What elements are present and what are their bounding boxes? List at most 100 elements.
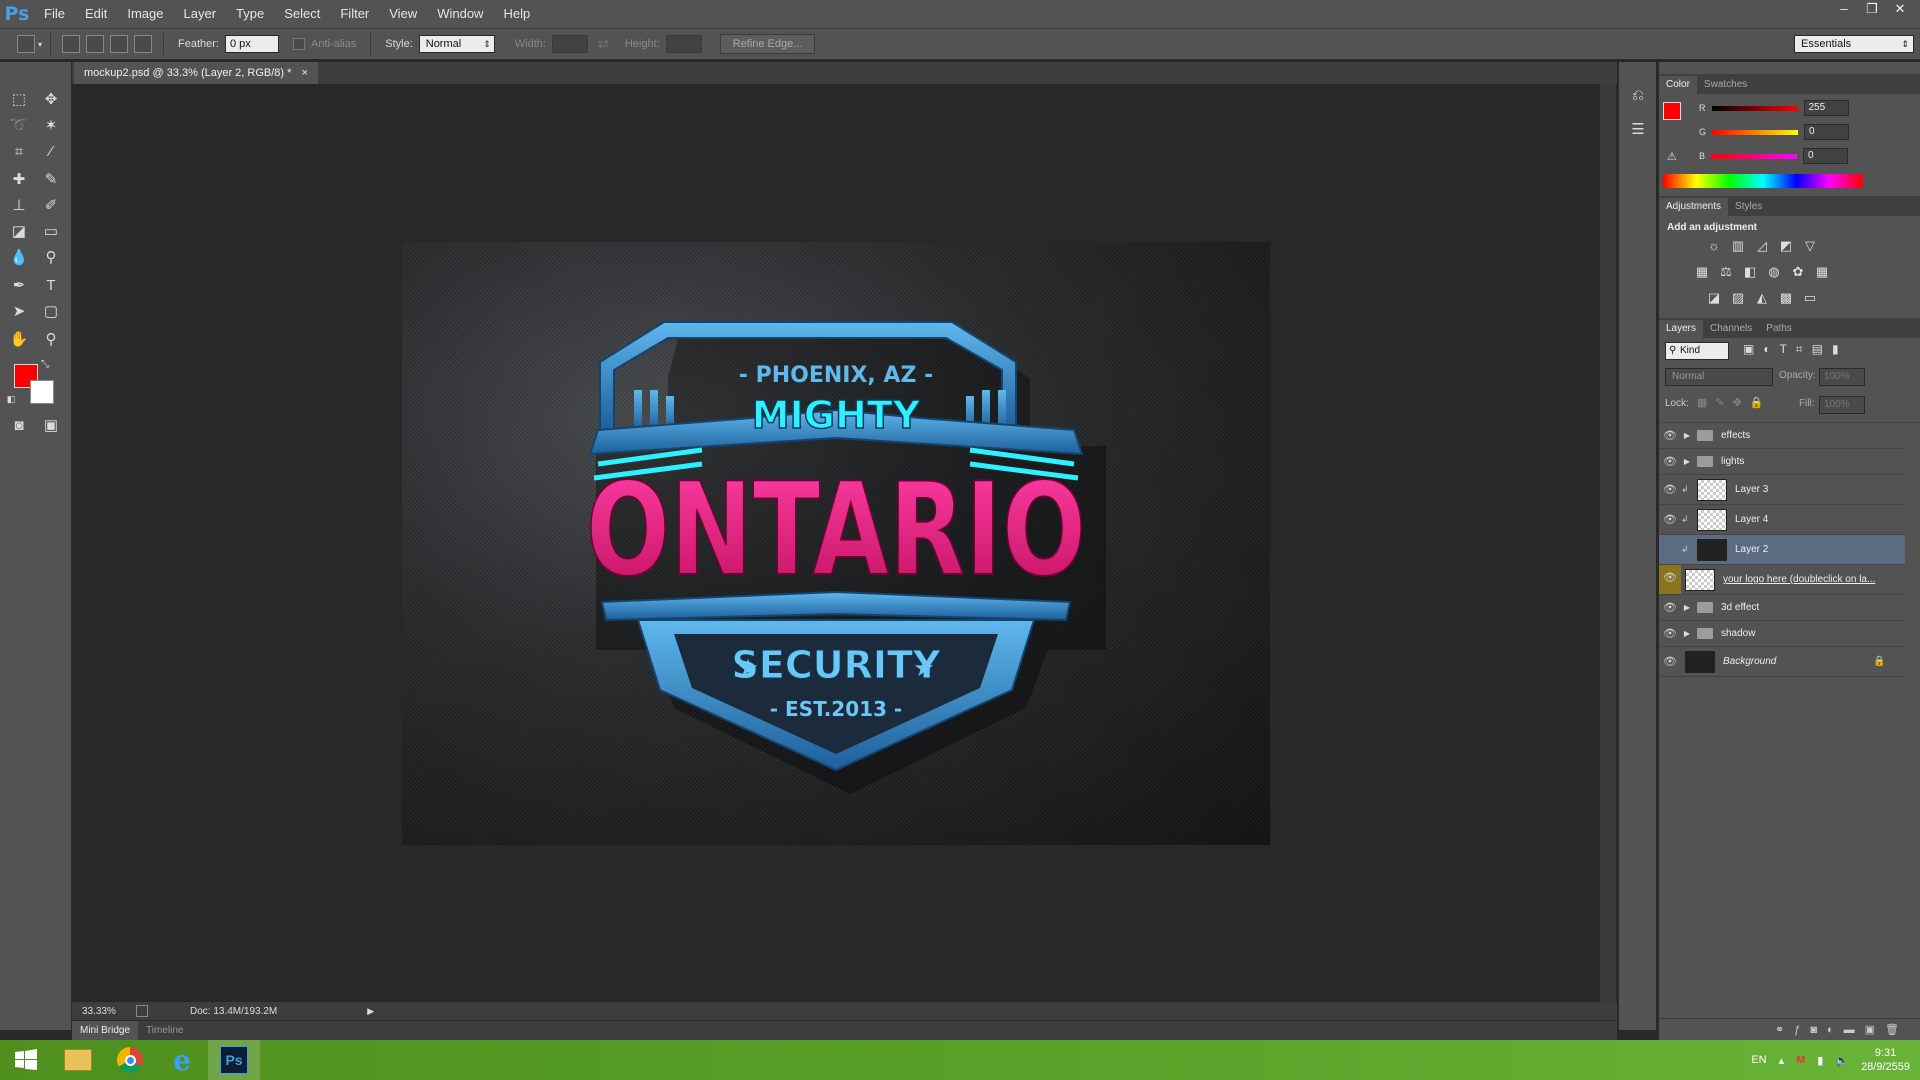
- artboard-image[interactable]: - PHOENIX, AZ - MIGHTY ONTARIO SECURITY …: [402, 242, 1270, 845]
- layer-row-3d-effect[interactable]: 👁 ▶ 3d effect: [1659, 595, 1905, 621]
- default-colors-icon[interactable]: ◧: [4, 392, 18, 406]
- style-select[interactable]: Normal: [418, 35, 495, 53]
- blend-mode-select[interactable]: Normal: [1665, 368, 1773, 386]
- chrome-task[interactable]: [104, 1040, 156, 1080]
- healing-brush-tool-icon[interactable]: ✚: [6, 168, 32, 192]
- posterize-icon[interactable]: ▨: [1729, 290, 1747, 306]
- levels-icon[interactable]: ▥: [1729, 238, 1747, 254]
- menu-edit[interactable]: Edit: [75, 0, 117, 28]
- black-white-icon[interactable]: ◧: [1741, 264, 1759, 280]
- selective-color-icon[interactable]: ▩: [1777, 290, 1795, 306]
- swap-icon[interactable]: ⇄: [598, 36, 609, 52]
- tab-layers[interactable]: Layers: [1659, 320, 1704, 338]
- visibility-eye-icon[interactable]: 👁: [1659, 627, 1681, 640]
- menu-filter[interactable]: Filter: [330, 0, 379, 28]
- rectangle-tool-icon[interactable]: ▢: [38, 300, 64, 324]
- properties-panel-icon[interactable]: ☰: [1625, 118, 1651, 142]
- workspace-select[interactable]: Essentials: [1794, 35, 1914, 53]
- expand-arrow-icon[interactable]: ▶: [1681, 431, 1693, 440]
- visibility-eye-icon[interactable]: 👁: [1659, 429, 1681, 442]
- menu-layer[interactable]: Layer: [174, 0, 227, 28]
- language-indicator[interactable]: EN: [1751, 1054, 1766, 1066]
- subtract-selection-icon[interactable]: [110, 35, 129, 53]
- network-icon[interactable]: ▮: [1817, 1054, 1823, 1067]
- status-menu-arrow-icon[interactable]: ▶: [367, 1006, 374, 1017]
- menu-window[interactable]: Window: [427, 0, 493, 28]
- layer-row-layer-3[interactable]: 👁 ↲ Layer 3: [1659, 475, 1905, 505]
- visibility-eye-icon[interactable]: 👁: [1659, 565, 1681, 594]
- eyedropper-tool-icon[interactable]: ⁄: [38, 140, 64, 164]
- marquee-tool-icon[interactable]: ⬚: [6, 88, 32, 112]
- lock-icon[interactable]: 🔒: [1873, 656, 1885, 667]
- marquee-preset-icon[interactable]: [17, 35, 35, 53]
- menu-type[interactable]: Type: [226, 0, 274, 28]
- color-spectrum[interactable]: [1663, 174, 1863, 188]
- mail-icon[interactable]: M: [1796, 1054, 1805, 1066]
- vertical-scrollbar[interactable]: [1600, 84, 1616, 1002]
- tab-mini-bridge[interactable]: Mini Bridge: [72, 1020, 139, 1041]
- zoom-level[interactable]: 33.33%: [82, 1006, 122, 1017]
- screen-mode-icon[interactable]: ▣: [38, 414, 64, 438]
- eraser-tool-icon[interactable]: ◪: [6, 220, 32, 244]
- path-selection-tool-icon[interactable]: ➤: [6, 300, 32, 324]
- red-value-input[interactable]: 255: [1803, 100, 1849, 116]
- height-input[interactable]: [665, 35, 702, 53]
- tab-paths[interactable]: Paths: [1759, 320, 1799, 338]
- gamut-warning-icon[interactable]: ⚠: [1667, 150, 1677, 163]
- magic-wand-tool-icon[interactable]: ✶: [38, 114, 64, 138]
- type-tool-icon[interactable]: T: [38, 274, 64, 298]
- visibility-eye-icon[interactable]: 👁: [1659, 513, 1681, 526]
- visibility-eye-icon[interactable]: 👁: [1659, 483, 1681, 496]
- menu-file[interactable]: File: [34, 0, 75, 28]
- minimize-button[interactable]: –: [1830, 0, 1858, 18]
- color-fg-swatch[interactable]: [1663, 102, 1681, 120]
- color-balance-icon[interactable]: ⚖: [1717, 264, 1735, 280]
- antialias-checkbox[interactable]: [292, 38, 305, 50]
- hand-tool-icon[interactable]: ✋: [6, 328, 32, 352]
- zoom-tool-icon[interactable]: ⚲: [38, 328, 64, 352]
- layer-kind-filter[interactable]: ⚲ Kind: [1665, 342, 1729, 360]
- brightness-icon[interactable]: ☼: [1705, 238, 1723, 254]
- quick-mask-icon[interactable]: ◙: [6, 414, 32, 438]
- volume-icon[interactable]: 🔈: [1835, 1054, 1849, 1067]
- swap-colors-icon[interactable]: ⤡: [38, 358, 52, 372]
- pen-tool-icon[interactable]: ✒: [6, 274, 32, 298]
- tab-color[interactable]: Color: [1659, 76, 1697, 94]
- expand-arrow-icon[interactable]: ▶: [1681, 457, 1693, 466]
- exposure-icon[interactable]: ◩: [1777, 238, 1795, 254]
- expand-arrow-icon[interactable]: ▶: [1681, 629, 1693, 638]
- green-value-input[interactable]: 0: [1804, 124, 1850, 140]
- menu-image[interactable]: Image: [117, 0, 173, 28]
- threshold-icon[interactable]: ◭: [1753, 290, 1771, 306]
- channel-mixer-icon[interactable]: ✿: [1789, 264, 1807, 280]
- gradient-tool-icon[interactable]: ▭: [38, 220, 64, 244]
- background-color-swatch[interactable]: [30, 380, 54, 404]
- photoshop-task[interactable]: Ps: [208, 1040, 260, 1080]
- new-selection-icon[interactable]: [62, 35, 81, 53]
- curves-icon[interactable]: ◿: [1753, 238, 1771, 254]
- opacity-input[interactable]: 100%: [1819, 368, 1865, 386]
- status-icon[interactable]: [136, 1005, 148, 1017]
- start-button[interactable]: [0, 1040, 52, 1080]
- invert-icon[interactable]: ◪: [1705, 290, 1723, 306]
- hue-saturation-icon[interactable]: ▦: [1693, 264, 1711, 280]
- lasso-tool-icon[interactable]: ➰: [6, 114, 32, 138]
- vibrance-icon[interactable]: ▽: [1801, 238, 1819, 254]
- visibility-eye-icon[interactable]: 👁: [1659, 655, 1681, 668]
- color-lookup-icon[interactable]: ▦: [1813, 264, 1831, 280]
- menu-select[interactable]: Select: [274, 0, 330, 28]
- layer-row-shadow[interactable]: 👁 ▶ shadow: [1659, 621, 1905, 647]
- layer-row-layer-2[interactable]: ▫ ↲ Layer 2: [1659, 535, 1905, 565]
- intersect-selection-icon[interactable]: [134, 35, 153, 53]
- red-slider[interactable]: [1711, 105, 1798, 111]
- tab-styles[interactable]: Styles: [1728, 198, 1769, 216]
- expand-arrow-icon[interactable]: ▶: [1681, 603, 1693, 612]
- internet-explorer-task[interactable]: e: [156, 1040, 208, 1080]
- tray-expand-icon[interactable]: ▴: [1779, 1054, 1785, 1067]
- visibility-eye-icon[interactable]: 👁: [1659, 601, 1681, 614]
- dodge-tool-icon[interactable]: ⚲: [38, 246, 64, 270]
- brush-tool-icon[interactable]: ✎: [38, 168, 64, 192]
- blur-tool-icon[interactable]: 💧: [6, 246, 32, 270]
- close-tab-icon[interactable]: ×: [301, 62, 307, 84]
- tab-channels[interactable]: Channels: [1703, 320, 1759, 338]
